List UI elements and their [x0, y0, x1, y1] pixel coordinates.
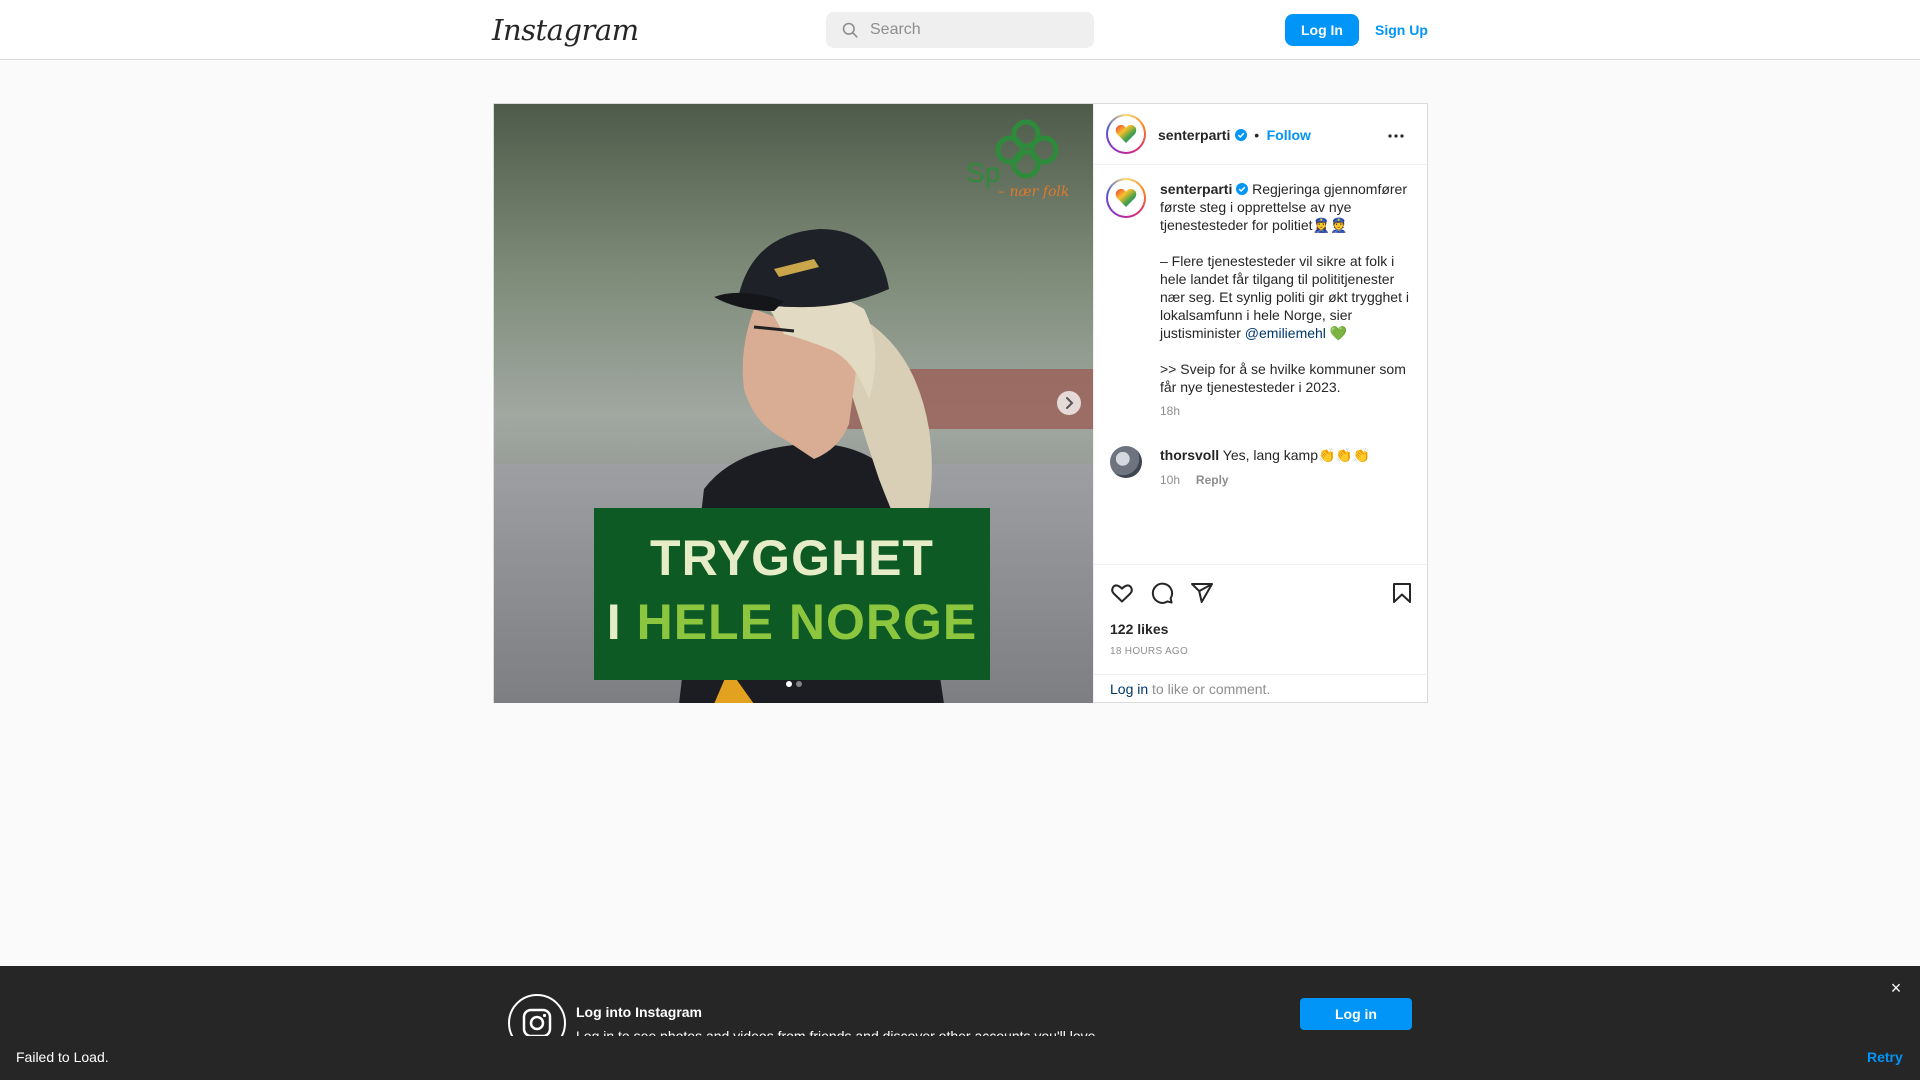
search-icon [842, 22, 858, 38]
post-image[interactable]: Sp – nær folk TRYGGHET I HELE NORGE [494, 104, 1093, 703]
login-to-comment: Log in to like or comment. [1094, 674, 1429, 703]
post-header-info: senterparti • Follow [1158, 126, 1311, 145]
search-box[interactable] [826, 12, 1094, 48]
verified-badge-icon [1234, 129, 1247, 141]
error-message: Failed to Load. [16, 1049, 109, 1065]
login-button[interactable]: Log In [1285, 14, 1359, 46]
comment-icon[interactable] [1150, 581, 1174, 605]
close-icon[interactable]: × [1886, 978, 1906, 998]
share-icon[interactable] [1190, 581, 1214, 605]
carousel-dot [796, 681, 802, 687]
carousel-dot [786, 681, 792, 687]
rainbow-heart-icon [1115, 188, 1137, 207]
rainbow-heart-icon [1115, 124, 1137, 143]
chevron-right-icon [1066, 397, 1074, 409]
headline-banner: TRYGGHET I HELE NORGE [594, 508, 990, 680]
caption-time[interactable]: 18h [1160, 402, 1180, 420]
headline-line-1: TRYGGHET [650, 530, 934, 586]
signup-link[interactable]: Sign Up [1375, 14, 1428, 46]
post-header: senterparti • Follow [1094, 104, 1429, 165]
senterpartiet-logo: Sp – nær folk [966, 119, 1069, 200]
likes-count[interactable]: 122 likes [1110, 621, 1168, 637]
post-card: Sp – nær folk TRYGGHET I HELE NORGE sent… [493, 103, 1429, 703]
top-navigation: Instagram Log In Sign Up [0, 0, 1920, 60]
error-toast: Failed to Load. Retry [0, 1036, 1920, 1080]
comment-text: Yes, lang kamp👏👏👏 [1222, 447, 1371, 463]
post-caption: senterparti Regjeringa gjennomfører førs… [1160, 180, 1410, 420]
more-options-icon[interactable] [1384, 124, 1408, 148]
caption-username[interactable]: senterparti [1160, 181, 1232, 197]
headline-line-2: I HELE NORGE [594, 594, 990, 650]
post-timestamp[interactable]: 18 HOURS AGO [1110, 646, 1188, 657]
svg-text:Sp: Sp [966, 157, 1000, 188]
commenter-avatar[interactable] [1110, 446, 1142, 478]
banner-login-button[interactable]: Log in [1300, 998, 1412, 1030]
login-prompt-text: to like or comment. [1148, 681, 1271, 697]
comment-username[interactable]: thorsvoll [1160, 447, 1219, 463]
post-sidebar: senterparti • Follow senterparti Regjeri… [1093, 104, 1429, 703]
heart-icon[interactable] [1110, 581, 1134, 605]
banner-title: Log into Instagram [576, 1004, 702, 1020]
headline-highlight: HELE NORGE [636, 594, 978, 650]
author-avatar[interactable] [1106, 114, 1146, 154]
bookmark-icon[interactable] [1390, 581, 1414, 605]
caption-author-avatar[interactable] [1106, 178, 1146, 218]
caption-mention-link[interactable]: @emiliemehl [1245, 325, 1326, 341]
search-input[interactable] [870, 12, 1080, 48]
instagram-logo[interactable]: Instagram [492, 12, 639, 48]
carousel-next-button[interactable] [1057, 391, 1081, 415]
carousel-indicator [786, 681, 806, 687]
post-actions: 122 likes 18 HOURS AGO [1094, 564, 1429, 674]
svg-text:– nær folk: – nær folk [998, 184, 1069, 200]
caption-text: Regjeringa gjennomfører første steg i op… [1160, 181, 1409, 341]
retry-button[interactable]: Retry [1867, 1049, 1903, 1065]
comments-section: senterparti Regjeringa gjennomfører førs… [1094, 166, 1429, 564]
login-link[interactable]: Log in [1110, 681, 1148, 697]
reply-button[interactable]: Reply [1196, 473, 1229, 487]
comment-time[interactable]: 10h [1160, 473, 1180, 487]
comment-meta: 10h Reply [1160, 470, 1410, 489]
headline-prefix: I [606, 594, 637, 650]
comment-item: thorsvoll Yes, lang kamp👏👏👏 10h Reply [1160, 446, 1410, 489]
verified-badge-icon [1236, 183, 1249, 195]
author-username[interactable]: senterparti [1158, 127, 1230, 143]
follow-button[interactable]: Follow [1267, 127, 1311, 143]
header-separator: • [1254, 127, 1260, 143]
